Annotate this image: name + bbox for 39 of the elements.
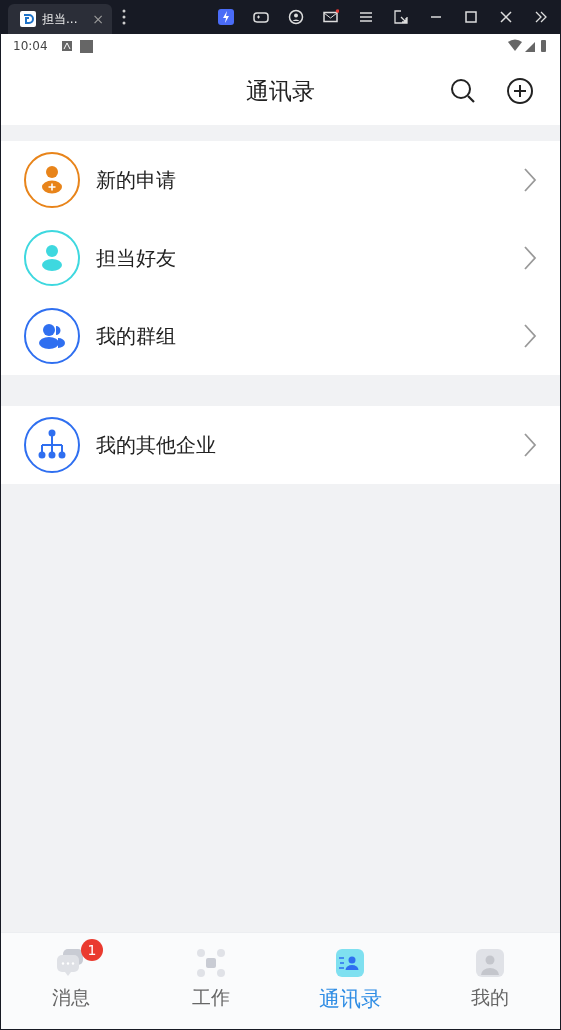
item-label: 我的其他企业: [96, 431, 217, 459]
status-time: 10:04: [13, 39, 48, 53]
nav-tab[interactable]: 我的: [420, 933, 560, 1029]
profile-icon: [474, 947, 507, 979]
menu-icon[interactable]: [358, 9, 374, 25]
contact-menu-item[interactable]: 担当好友: [1, 219, 560, 297]
chevron-right-icon: [523, 432, 537, 458]
page-title: 通讯录: [246, 77, 315, 106]
app-logo-icon: [20, 11, 36, 27]
resize-icon[interactable]: [393, 9, 409, 25]
contact-menu-item[interactable]: 我的其他企业: [1, 406, 560, 484]
maximize-icon[interactable]: [463, 9, 479, 25]
bolt-icon[interactable]: [218, 9, 234, 25]
tab-title: 担当...: [42, 10, 79, 28]
browser-tab[interactable]: 担当... ×: [8, 4, 112, 34]
close-icon[interactable]: [498, 9, 514, 25]
signal-icon: [508, 39, 548, 53]
contact-menu-item[interactable]: 我的群组: [1, 297, 560, 375]
item-label: 担当好友: [96, 244, 177, 272]
nav-tab[interactable]: 1 消息: [1, 933, 141, 1029]
chevrons-icon[interactable]: [533, 9, 549, 25]
search-icon[interactable]: [449, 77, 477, 105]
chevron-right-icon: [523, 167, 537, 193]
grid-icon: [194, 947, 227, 979]
mail-icon[interactable]: [323, 9, 339, 25]
chevron-right-icon: [523, 245, 537, 271]
notification-icon: [61, 41, 72, 51]
item-label: 新的申请: [96, 166, 177, 194]
contacts-icon: [334, 947, 367, 979]
more-icon[interactable]: [122, 9, 126, 25]
unread-badge: 1: [80, 939, 103, 961]
square-icon: [79, 39, 93, 53]
chevron-right-icon: [523, 323, 537, 349]
contact-menu-item[interactable]: 新的申请: [1, 141, 560, 219]
add-icon[interactable]: [506, 77, 534, 105]
item-label: 我的群组: [96, 322, 177, 350]
user-circle-icon[interactable]: [288, 9, 304, 25]
close-tab-button[interactable]: ×: [92, 11, 104, 27]
nav-tab[interactable]: 工作: [140, 933, 281, 1029]
